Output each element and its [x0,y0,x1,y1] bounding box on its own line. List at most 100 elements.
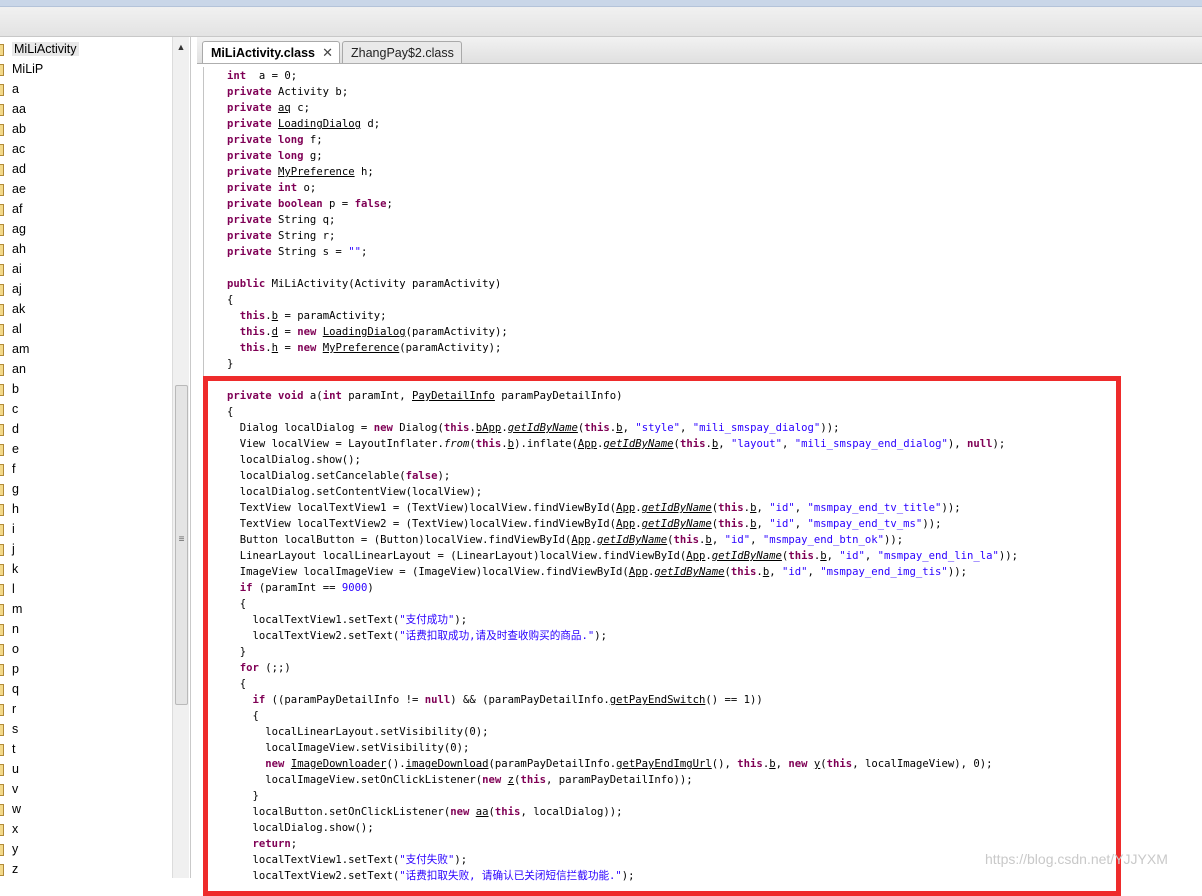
code-token: paramInt, [341,390,412,402]
tree-item[interactable]: m [0,599,172,619]
code-token: this [788,550,814,562]
code-token: getPayEndImgUrl [616,758,712,770]
code-token: , [864,550,878,562]
tree-item[interactable]: aj [0,279,172,299]
tree-item[interactable]: ai [0,259,172,279]
tree-item-label: n [12,622,19,636]
code-token: new [788,758,808,770]
tree-item[interactable]: n [0,619,172,639]
tree-item[interactable]: l [0,579,172,599]
tree-item-label: d [12,422,19,436]
class-file-icon [0,304,4,316]
tree-item[interactable]: h [0,499,172,519]
tree-item[interactable]: ah [0,239,172,259]
code-token: App [482,422,502,434]
tree-item[interactable]: aa [0,99,172,119]
class-file-icon [0,324,4,336]
code-token: this [494,806,521,818]
tree-item[interactable]: ag [0,219,172,239]
tree-item[interactable]: r [0,699,172,719]
class-file-icon [0,824,4,836]
tree-item[interactable]: an [0,359,172,379]
tree-item[interactable]: e [0,439,172,459]
tree-item[interactable]: x [0,819,172,839]
tree-item-label: l [12,582,15,596]
tree-item[interactable]: t [0,739,172,759]
class-file-icon [0,784,4,796]
tree-item[interactable]: s [0,719,172,739]
close-icon[interactable]: ✕ [322,42,333,64]
scroll-thumb[interactable]: ≡ [175,385,188,705]
class-file-icon [0,664,4,676]
tree-item[interactable]: al [0,319,172,339]
tree-scrollbar[interactable]: ▲ ≡ [172,37,189,878]
tree-item[interactable]: ac [0,139,172,159]
tab-zhangpay-class[interactable]: ZhangPay$2.class [342,41,462,63]
code-line: ImageView localImageView = (ImageView)lo… [227,564,1018,580]
tree-item[interactable]: j [0,539,172,559]
tree-item-label: ai [12,262,22,276]
code-token: null [424,694,451,706]
tree-item[interactable]: u [0,759,172,779]
tree-item[interactable]: f [0,459,172,479]
class-file-icon [0,424,4,436]
code-token: = [278,342,298,354]
code-token: "话费扣取失败, 请确认已关闭短信拦截功能." [399,870,622,882]
code-token: App [571,534,591,546]
tree-item[interactable]: w [0,799,172,819]
tree-item[interactable]: z [0,859,172,878]
tree-item[interactable]: y [0,839,172,859]
tree-item[interactable]: o [0,639,172,659]
scroll-up-arrow-icon[interactable]: ▲ [173,39,189,55]
tree-item[interactable]: d [0,419,172,439]
code-token: new [297,326,317,338]
tab-miliactivity-class[interactable]: MiLiActivity.class ✕ [202,41,340,63]
tree-item[interactable]: q [0,679,172,699]
code-line: private aq c; [227,100,1018,116]
class-file-icon [0,724,4,736]
tree-item[interactable]: g [0,479,172,499]
tree-item-label: aj [12,282,22,296]
tree-item[interactable]: c [0,399,172,419]
tree-item[interactable]: a [0,79,172,99]
code-token: a = 0; [246,70,298,82]
tree-item[interactable]: ae [0,179,172,199]
code-token: , [794,518,808,530]
tree-item[interactable]: k [0,559,172,579]
class-file-icon [0,144,4,156]
code-line: TextView localTextView1 = (TextView)loca… [227,500,1018,516]
code-view[interactable]: int a = 0; private Activity b; private aq … [203,67,1202,882]
tree-item[interactable]: am [0,339,172,359]
code-token: imageDownload [405,758,489,770]
code-token: "msmpay_end_tv_title" [807,502,942,514]
tree-item[interactable]: v [0,779,172,799]
tab-label: ZhangPay$2.class [351,46,454,60]
code-token: this [679,438,706,450]
tree-item[interactable]: MiLiActivity [0,39,172,59]
tree-item[interactable]: p [0,659,172,679]
code-token: private [227,214,272,226]
code-token: "id" [769,518,795,530]
tree-item[interactable]: ab [0,119,172,139]
class-file-icon [0,264,4,276]
tree-item[interactable]: ak [0,299,172,319]
class-file-icon [0,224,4,236]
code-line: public MiLiActivity(Activity paramActivi… [227,276,1018,292]
tree-item[interactable]: MiLiP [0,59,172,79]
code-line: private long f; [227,132,1018,148]
class-file-icon [0,804,4,816]
tree-item[interactable]: b [0,379,172,399]
code-token: (paramPayDetailInfo. [488,758,617,770]
tree-item[interactable]: ad [0,159,172,179]
code-token: } [227,790,259,802]
class-file-icon [0,444,4,456]
code-line: private boolean p = false; [227,196,1018,212]
tree-item-label: g [12,482,19,496]
tree-item[interactable]: af [0,199,172,219]
code-token: int [322,390,342,402]
tree-item[interactable]: i [0,519,172,539]
code-token: Dialog( [392,422,444,434]
